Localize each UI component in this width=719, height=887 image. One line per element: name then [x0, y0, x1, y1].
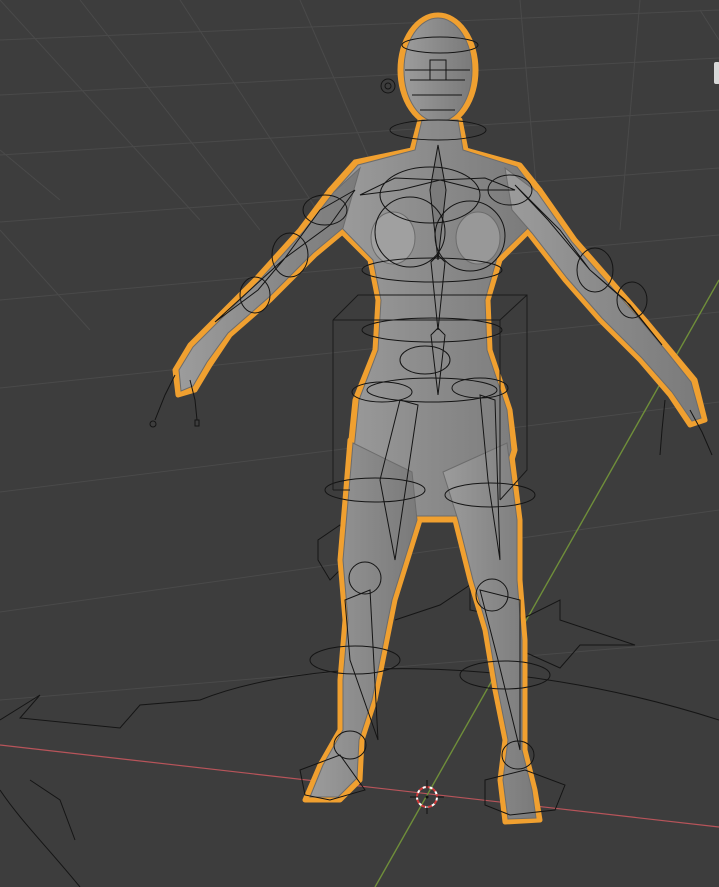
3d-cursor[interactable]: [410, 780, 444, 814]
3d-viewport[interactable]: [0, 0, 719, 887]
viewport-canvas[interactable]: [0, 0, 719, 887]
character-mesh[interactable]: [172, 12, 708, 825]
viewport-edge-widget[interactable]: [714, 62, 719, 84]
mesh-body: [178, 17, 702, 820]
